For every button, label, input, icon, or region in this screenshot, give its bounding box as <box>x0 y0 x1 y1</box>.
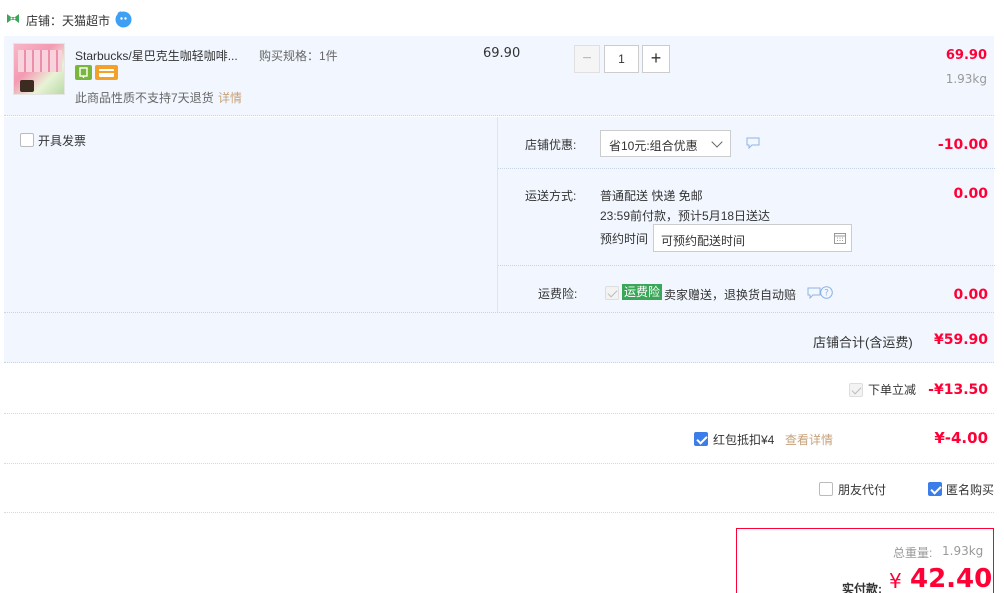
total-weight: 1.93kg <box>942 544 984 558</box>
red-packet-checkbox[interactable] <box>694 432 708 446</box>
order-options-block: 开具发票 店铺优惠: 省10元:组合优惠 -10.00 运送方式: 普通配送 快… <box>4 117 995 363</box>
delivery-eta: 23:59前付款，预计5月18日送达 <box>600 209 771 223</box>
calendar-icon[interactable] <box>834 232 846 244</box>
item-total: 69.90 <box>945 48 987 63</box>
invoice-label[interactable]: 开具发票 <box>38 132 86 149</box>
chevron-down-icon <box>711 136 723 148</box>
discount-row: 店铺优惠: 省10元:组合优惠 -10.00 <box>498 117 995 169</box>
discount-label: 店铺优惠: <box>525 138 577 152</box>
product-title[interactable]: Starbucks/星巴克生咖轻咖啡... <box>75 47 238 64</box>
insurance-text: 卖家赠送，退换货自动赔 <box>664 288 797 302</box>
delivery-row: 运送方式: 普通配送 快递 免邮 23:59前付款，预计5月18日送达 预约时间… <box>498 170 995 266</box>
tmall-icon <box>6 13 20 24</box>
quantity-stepper: − 1 + <box>574 45 671 73</box>
return-notice: 此商品性质不支持7天退货 <box>75 91 214 105</box>
friend-pay-label[interactable]: 朋友代付 <box>838 481 886 498</box>
product-spec: 购买规格：1件 <box>259 49 338 63</box>
return-notice-link[interactable]: 详情 <box>218 89 242 106</box>
total-weight-label: 总重量: <box>893 546 933 560</box>
insurance-amount: 0.00 <box>953 287 988 303</box>
delivery-method: 普通配送 快递 免邮 <box>600 189 703 203</box>
instant-discount-label: 下单立减 <box>868 383 917 397</box>
appointment-placeholder: 可预约配送时间 <box>661 234 746 248</box>
instant-discount-row: 下单立减 -¥13.50 <box>4 364 994 414</box>
shop-total-label: 店铺合计(含运费) <box>813 335 913 350</box>
item-weight: 1.93kg <box>945 72 987 86</box>
quantity-input[interactable]: 1 <box>604 45 639 73</box>
item-row: Starbucks/星巴克生咖轻咖啡... 购买规格：1件 此商品性质不支持7天… <box>4 36 994 116</box>
red-packet-row: 红包抵扣¥4 查看详情 ¥-4.00 <box>4 415 994 464</box>
insurance-row: 运费险: 运费险 卖家赠送，退换货自动赔 ? 0.00 <box>498 267 995 312</box>
shop-total-amount: ¥59.90 <box>933 332 988 348</box>
svg-text:?: ? <box>824 289 829 299</box>
pay-amount: 42.40 <box>910 564 993 593</box>
shop-name[interactable]: 店铺：天猫超市 <box>26 12 110 29</box>
shop-header: 店铺：天猫超市 <box>0 0 1004 36</box>
insurance-badge: 运费险 <box>622 284 663 300</box>
red-packet-label[interactable]: 红包抵扣¥4 <box>713 431 774 448</box>
instant-discount-checkbox <box>849 383 863 397</box>
discount-select[interactable]: 省10元:组合优惠 <box>600 130 731 157</box>
anonymous-checkbox[interactable] <box>928 482 942 496</box>
shop-settings-panel: 店铺优惠: 省10元:组合优惠 -10.00 运送方式: 普通配送 快递 免邮 … <box>497 117 995 312</box>
payment-options-row: 朋友代付 匿名购买 <box>4 465 994 513</box>
increase-button[interactable]: + <box>642 45 670 73</box>
invoice-checkbox[interactable] <box>20 133 34 147</box>
delivery-label: 运送方式: <box>525 189 577 203</box>
help-icon[interactable]: ? <box>820 286 833 299</box>
delivery-amount: 0.00 <box>953 186 988 202</box>
instant-discount-amount: -¥13.50 <box>928 382 988 398</box>
credit-card-icon <box>95 65 118 80</box>
comment-icon[interactable] <box>807 287 821 300</box>
red-packet-amount: ¥-4.00 <box>934 429 988 447</box>
pay-currency: ¥ <box>889 569 902 593</box>
red-packet-link[interactable]: 查看详情 <box>785 431 833 448</box>
insurance-label: 运费险: <box>538 287 578 301</box>
insurance-checkbox <box>605 286 619 300</box>
friend-pay-checkbox[interactable] <box>819 482 833 496</box>
payment-summary-box: 总重量: 1.93kg 实付款: ¥ 42.40 <box>736 528 994 593</box>
shop-total-row: 店铺合计(含运费) ¥59.90 <box>4 312 994 362</box>
pay-label: 实付款: <box>842 582 882 593</box>
decrease-button[interactable]: − <box>574 45 600 73</box>
wangwang-chat-icon[interactable] <box>115 11 132 28</box>
appointment-time-input[interactable]: 可预约配送时间 <box>653 224 852 252</box>
anonymous-label[interactable]: 匿名购买 <box>946 481 994 498</box>
product-thumbnail[interactable] <box>13 43 65 95</box>
discount-select-value: 省10元:组合优惠 <box>609 139 698 153</box>
appointment-label: 预约时间 <box>600 232 649 246</box>
unit-price: 69.90 <box>483 46 521 61</box>
comment-icon[interactable] <box>746 137 760 150</box>
service-icon-green <box>75 65 92 80</box>
discount-amount: -10.00 <box>937 137 988 153</box>
